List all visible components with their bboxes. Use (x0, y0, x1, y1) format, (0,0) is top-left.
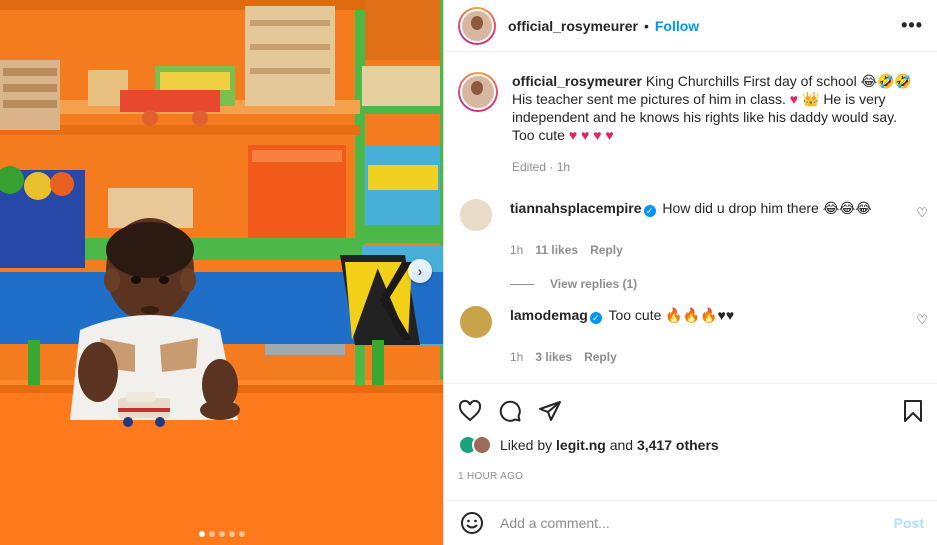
like-heart-icon[interactable] (458, 399, 482, 423)
comment-reply-button[interactable]: Reply (590, 243, 623, 257)
more-options-icon[interactable]: ••• (901, 15, 923, 36)
comment-icon[interactable] (498, 399, 522, 423)
chevron-right-icon[interactable]: › (408, 259, 432, 283)
post-details-panel: official_rosymeurer • Follow ••• officia… (443, 0, 937, 545)
comment-text: Too cute 🔥🔥🔥♥♥ (608, 307, 735, 323)
author-avatar[interactable] (458, 6, 496, 45)
post-photo[interactable]: › (0, 0, 443, 545)
caption-edited: Edited · 1h (512, 160, 571, 174)
post-actions: Liked by legit.ng and 3,417 others 1 HOU… (444, 383, 937, 482)
comment-item: tiannahsplacempire ✓ How did u drop him t… (460, 199, 930, 291)
replies-divider (510, 283, 534, 285)
comment-time: 1h (510, 350, 524, 364)
comment-likes[interactable]: 3 likes (535, 350, 572, 364)
comment-meta: 1h 11 likes Reply (510, 243, 930, 257)
crown-emoji: 👑 (801, 91, 820, 107)
comment-time: 1h (510, 243, 524, 257)
liked-by-others[interactable]: 3,417 others (637, 437, 719, 453)
liked-by-prefix: Liked by (500, 437, 553, 453)
comment-username[interactable]: lamodemag (510, 307, 588, 323)
likes-text: Liked by legit.ng and 3,417 others (500, 437, 719, 453)
heart-outline-icon[interactable]: ♡ (916, 205, 928, 221)
header-separator: • (643, 17, 649, 34)
comment-input[interactable] (500, 515, 894, 531)
add-comment-bar: Post (444, 500, 937, 545)
comments-list[interactable]: official_rosymeurer King Churchills Firs… (444, 53, 937, 383)
liked-by-and: and (609, 437, 634, 453)
heart-emoji: ♥ (789, 91, 799, 107)
carousel-dot[interactable] (238, 531, 245, 537)
comment-text: How did u drop him there 😂😂😂 (662, 200, 872, 216)
hearts-emoji: ♥ ♥ ♥ ♥ (568, 127, 614, 143)
commenter-avatar[interactable] (460, 199, 492, 231)
photo-image (0, 0, 443, 545)
author-username[interactable]: official_rosymeurer (508, 18, 638, 34)
carousel-dots (0, 531, 443, 537)
follow-button[interactable]: Follow (655, 18, 699, 34)
verified-badge-icon: ✓ (589, 312, 602, 324)
likes-summary[interactable]: Liked by legit.ng and 3,417 others (458, 435, 924, 455)
caption-username[interactable]: official_rosymeurer (512, 73, 642, 89)
post-comment-button[interactable]: Post (894, 515, 924, 531)
carousel-dot[interactable] (198, 531, 205, 537)
bookmark-icon[interactable] (902, 399, 924, 423)
emoji-icon[interactable] (460, 511, 484, 535)
verified-badge-icon: ✓ (643, 205, 656, 217)
comment-likes[interactable]: 11 likes (535, 243, 578, 257)
post-header: official_rosymeurer • Follow ••• (444, 0, 937, 52)
liker-avatar (472, 435, 492, 455)
carousel-dot[interactable] (208, 531, 215, 537)
comment-reply-button[interactable]: Reply (584, 350, 617, 364)
commenter-avatar[interactable] (460, 306, 492, 338)
comment-item: lamodemag ✓ Too cute 🔥🔥🔥♥♥ 1h 3 likes Rep… (460, 306, 930, 364)
view-replies-button[interactable]: View replies (1) (510, 277, 930, 291)
caption-text-1: King Churchills First day of school 😂🤣🤣 (645, 73, 912, 89)
view-replies-label: View replies (1) (550, 277, 638, 291)
caption: official_rosymeurer King Churchills Firs… (444, 53, 937, 176)
caption-avatar[interactable] (458, 72, 498, 112)
post-timestamp: 1 HOUR AGO (458, 471, 524, 482)
carousel-dot[interactable] (228, 531, 235, 537)
liked-by-user[interactable]: legit.ng (556, 437, 606, 453)
share-icon[interactable] (538, 399, 562, 423)
carousel-dot[interactable] (218, 531, 225, 537)
heart-outline-icon[interactable]: ♡ (916, 312, 928, 328)
comment-username[interactable]: tiannahsplacempire (510, 200, 642, 216)
comment-meta: 1h 3 likes Reply (510, 350, 930, 364)
caption-text-2: His teacher sent me pictures of him in c… (512, 91, 786, 107)
